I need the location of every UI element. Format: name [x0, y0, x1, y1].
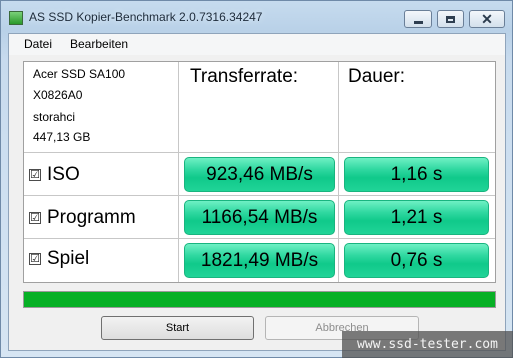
result-time-programm: 1,21 s	[344, 200, 489, 235]
grid-divider	[338, 62, 339, 282]
app-icon	[9, 11, 23, 25]
result-rate-spiel: 1821,49 MB/s	[184, 243, 335, 278]
grid-divider	[24, 195, 495, 196]
row-label-iso[interactable]: ☑ ISO	[29, 164, 80, 186]
checkbox-iso[interactable]: ☑	[29, 169, 41, 181]
row-name: Spiel	[47, 248, 90, 269]
column-header-transferrate: Transferrate:	[190, 66, 299, 87]
drive-size: 447,13 GB	[33, 130, 91, 144]
maximize-icon	[446, 15, 455, 23]
watermark: www.ssd-tester.com	[342, 331, 513, 358]
drive-model: Acer SSD SA100	[33, 67, 126, 81]
result-rate-programm: 1166,54 MB/s	[184, 200, 335, 235]
menu-bearbeiten[interactable]: Bearbeiten	[70, 37, 128, 51]
result-rate-iso: 923,46 MB/s	[184, 157, 335, 192]
maximize-button[interactable]	[437, 10, 464, 28]
row-label-spiel[interactable]: ☑ Spiel	[29, 248, 89, 270]
grid-divider	[24, 152, 495, 153]
app-window: AS SSD Kopier-Benchmark 2.0.7316.34247 ✕…	[0, 0, 513, 358]
close-button[interactable]: ✕	[469, 10, 505, 28]
results-panel: Acer SSD SA100 X0826A0 storahci 447,13 G…	[23, 61, 496, 283]
title-bar[interactable]: AS SSD Kopier-Benchmark 2.0.7316.34247 ✕	[1, 1, 512, 33]
minimize-button[interactable]	[404, 10, 432, 28]
drive-firmware: X0826A0	[33, 88, 83, 102]
checkbox-programm[interactable]: ☑	[29, 212, 41, 224]
close-icon: ✕	[481, 11, 493, 27]
grid-divider	[178, 62, 179, 282]
progress-bar	[23, 291, 496, 308]
progress-fill	[24, 292, 495, 307]
row-name: ISO	[47, 164, 80, 185]
checkbox-spiel[interactable]: ☑	[29, 253, 41, 265]
menu-bar: Datei Bearbeiten	[9, 34, 505, 55]
result-time-spiel: 0,76 s	[344, 243, 489, 278]
row-name: Programm	[47, 207, 136, 228]
row-label-programm[interactable]: ☑ Programm	[29, 207, 136, 229]
menu-datei[interactable]: Datei	[24, 37, 52, 51]
column-header-dauer: Dauer:	[348, 66, 406, 87]
result-time-iso: 1,16 s	[344, 157, 489, 192]
grid-divider	[24, 238, 495, 239]
client-area: Datei Bearbeiten Acer SSD SA100 X0826A0 …	[8, 33, 506, 351]
minimize-icon	[413, 20, 423, 24]
drive-driver: storahci	[33, 110, 76, 124]
window-title: AS SSD Kopier-Benchmark 2.0.7316.34247	[29, 10, 263, 24]
start-button[interactable]: Start	[101, 316, 254, 340]
